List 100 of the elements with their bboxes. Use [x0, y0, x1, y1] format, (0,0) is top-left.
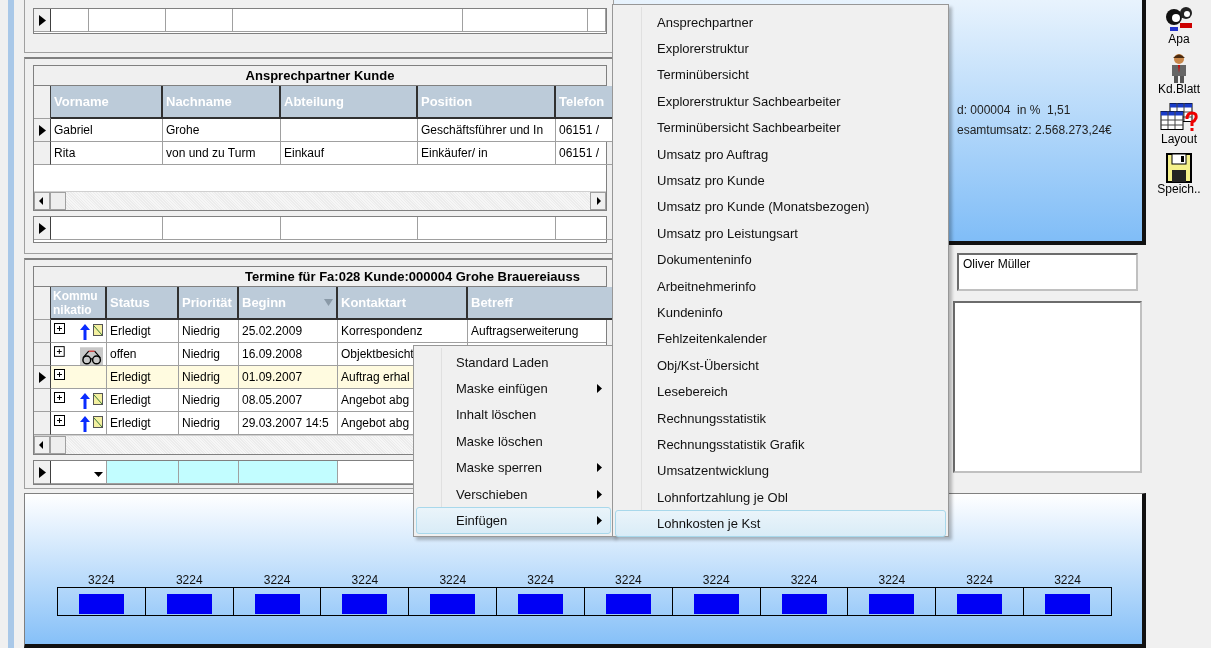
scroll-right-icon [590, 192, 606, 210]
row-pointer-icon [38, 14, 46, 26]
menu-item[interactable]: Terminübersicht Sachbearbeiter [615, 114, 946, 141]
dropdown-arrow-icon [94, 472, 103, 477]
expand-icon [54, 323, 65, 334]
menu-item[interactable]: Arbeitnehmerinfo [615, 272, 946, 300]
table-icon [1160, 103, 1198, 133]
toolbar-button[interactable]: Layout [1160, 102, 1198, 150]
submenu-arrow-icon [597, 384, 602, 394]
row-header[interactable] [34, 9, 51, 32]
menu-item[interactable]: Explorerstruktur Sachbearbeiter [615, 88, 946, 115]
scroll-thumb[interactable] [50, 436, 66, 454]
scroll-thumb[interactable] [50, 192, 66, 210]
menu-item[interactable]: Ansprechpartner [615, 9, 946, 36]
timeline-bar [430, 594, 476, 614]
menu-item[interactable]: Lesebereich [615, 378, 946, 405]
person-icon [1169, 53, 1189, 83]
menu-item[interactable]: Umsatz pro Kunde (Monatsbezogen) [615, 193, 946, 221]
row-header[interactable] [34, 119, 51, 142]
menu-item[interactable]: Kundeninfo [615, 299, 946, 326]
menu-item[interactable]: Lohnkosten je Kst [615, 510, 946, 537]
row-pointer-icon [38, 371, 46, 383]
document-icon [93, 416, 103, 428]
menu-item[interactable]: Explorerstruktur [615, 35, 946, 62]
timeline-label: 3224 [87, 574, 116, 586]
table-cell: Erledigt [107, 366, 179, 389]
submenu-arrow-icon [597, 489, 602, 499]
menu-item[interactable]: Einfügen [416, 507, 611, 534]
document-icon [93, 324, 103, 336]
table-cell: Niedrig [179, 366, 239, 389]
table-cell[interactable] [463, 9, 588, 32]
input-cell[interactable] [239, 461, 338, 484]
table-cell[interactable] [588, 9, 606, 32]
menu-item[interactable]: Maske sperren [416, 454, 611, 481]
menu-item[interactable]: Umsatz pro Leistungsart [615, 220, 946, 247]
menu-item[interactable]: Terminübersicht [615, 61, 946, 89]
table-cell: Grohe [163, 119, 281, 142]
menu-item[interactable]: Verschieben [416, 480, 611, 508]
menu-item[interactable]: Umsatzentwicklung [615, 457, 946, 485]
glasses-icon [79, 347, 103, 365]
row-header[interactable] [34, 412, 51, 435]
row-header[interactable] [34, 217, 51, 240]
table-cell: 01.09.2007 [239, 366, 338, 389]
table-cell[interactable] [89, 9, 166, 32]
row-header[interactable] [34, 389, 51, 412]
table-cell: Niedrig [179, 389, 239, 412]
timeline-label: 3224 [877, 574, 907, 586]
arrow-up-icon [80, 393, 90, 409]
menu-item[interactable]: Fehlzeitenkalender [615, 325, 946, 353]
menu-item[interactable]: Umsatz pro Kunde [615, 167, 946, 194]
table-cell[interactable] [163, 217, 281, 240]
scroll-left-icon [34, 192, 50, 210]
timeline-bar [254, 594, 300, 614]
submenu-arrow-icon [597, 516, 602, 526]
menu-item[interactable]: Lohnfortzahlung je Obl [615, 484, 946, 511]
timeline-bar [78, 594, 124, 614]
menu-item[interactable]: Rechnungsstatistik Grafik [615, 431, 946, 458]
menu-item[interactable]: Dokumenteninfo [615, 246, 946, 273]
timeline-label: 3224 [262, 574, 292, 586]
menu-item[interactable]: Umsatz pro Auftrag [615, 140, 946, 168]
table-cell: Gabriel [51, 119, 163, 142]
input-cell[interactable] [107, 461, 179, 484]
sort-icon [324, 299, 333, 306]
contacts-icon [1164, 5, 1194, 33]
toolbar-button[interactable]: Speich.. [1157, 152, 1201, 200]
toolbar-button[interactable]: Kd.Blatt [1158, 52, 1200, 100]
timeline-bar [1045, 594, 1090, 614]
expand-icon [54, 369, 65, 380]
notes-field[interactable] [953, 301, 1142, 473]
employee-field[interactable]: Oliver Müller [957, 253, 1138, 291]
row-header[interactable] [34, 366, 51, 389]
table-cell: 08.05.2007 [239, 389, 338, 412]
table-row[interactable] [33, 8, 607, 34]
timeline-label: 3224 [614, 574, 643, 586]
input-cell[interactable] [179, 461, 239, 484]
table-cell: Korrespondenz [338, 320, 468, 343]
expand-icon [54, 346, 65, 357]
timeline-bar [957, 594, 1003, 614]
row-header[interactable] [34, 320, 51, 343]
table-cell[interactable] [51, 217, 163, 240]
timeline-bar [605, 594, 651, 614]
scrollbar[interactable] [34, 191, 606, 210]
timeline-label: 3224 [701, 574, 731, 586]
menu-item[interactable]: Obj/Kst-Übersicht [615, 352, 946, 379]
timeline-label: 3224 [526, 574, 555, 586]
toolbar-button[interactable]: Apa [1164, 4, 1194, 50]
table-cell[interactable] [233, 9, 463, 32]
row-header[interactable] [34, 461, 51, 484]
table-cell: Niedrig [179, 320, 239, 343]
grid-title: Ansprechpartner Kunde [34, 66, 606, 86]
table-cell[interactable] [281, 217, 418, 240]
expand-icon [54, 392, 65, 403]
table-cell[interactable] [166, 9, 233, 32]
table-cell: Erledigt [107, 389, 179, 412]
table-cell[interactable] [418, 217, 556, 240]
table-cell[interactable] [51, 9, 89, 32]
row-header[interactable] [34, 343, 51, 366]
expand-icon [54, 415, 65, 426]
menu-item[interactable]: Rechnungsstatistik [615, 404, 946, 432]
row-header[interactable] [34, 142, 51, 165]
